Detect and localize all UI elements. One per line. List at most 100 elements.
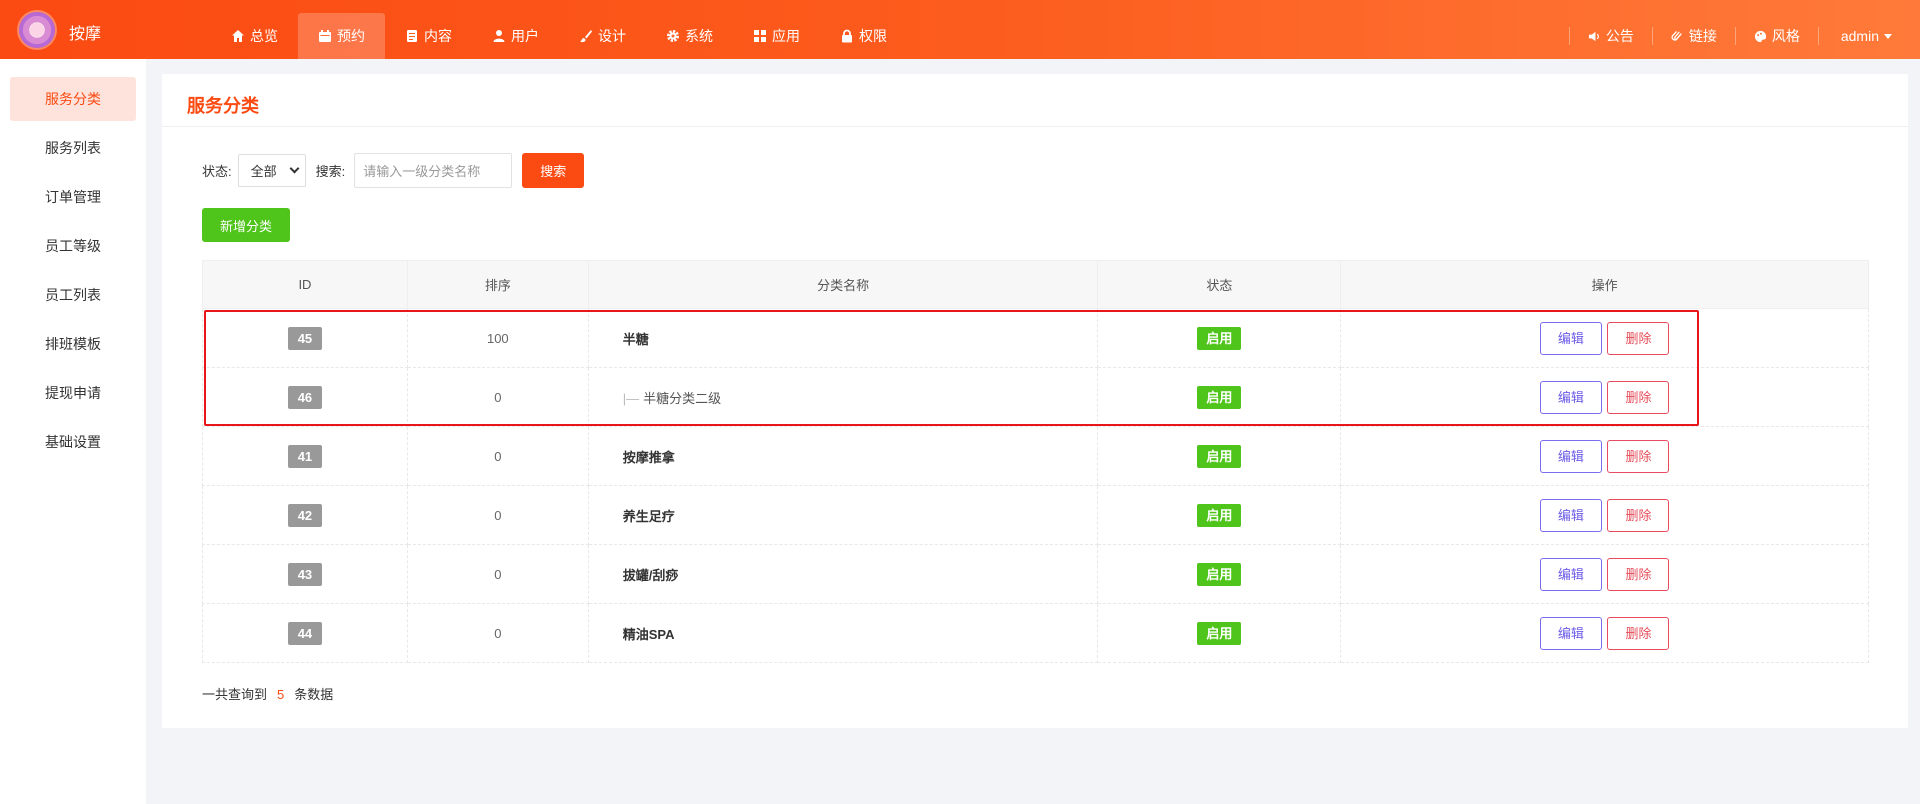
main-nav: 总览 预约 内容 用户 设计 系统 应用 权限 [211,13,907,59]
brush-icon [580,30,592,43]
edit-button[interactable]: 编辑 [1539,498,1602,532]
palette-icon [1754,30,1766,42]
sidebar-item-service-category[interactable]: 服务分类 [10,77,136,121]
sort-cell: 100 [406,308,589,368]
sort-cell: 0 [406,367,589,427]
status-badge[interactable]: 启用 [1197,621,1242,645]
search-button[interactable]: 搜索 [522,153,585,188]
delete-button[interactable]: 删除 [1607,321,1670,355]
column-header-status: 状态 [1097,260,1342,309]
delete-button[interactable]: 删除 [1607,380,1670,414]
table-row: 41 0 按摩推拿 启用 编辑 删除 [202,426,1869,486]
status-select[interactable]: 全部 [237,154,306,187]
result-count: 一共查询到 5 条数据 [202,687,334,702]
status-badge[interactable]: 启用 [1197,326,1242,350]
filter-bar: 状态: 全部 搜索: 请输入一级分类名称 搜索 [202,153,585,188]
add-category-button[interactable]: 新增分类 [202,208,290,242]
table-row: 42 0 养生足疗 启用 编辑 删除 [202,485,1869,545]
edit-button[interactable]: 编辑 [1539,321,1602,355]
table-row: 44 0 精油SPA 启用 编辑 删除 [202,603,1869,663]
name-cell: |— 半糖分类二级 [587,367,1099,427]
column-header-id: ID [202,260,408,309]
name-cell: 精油SPA [587,603,1099,663]
page-title: 服务分类 [187,96,259,116]
edit-button[interactable]: 编辑 [1539,380,1602,414]
nav-users[interactable]: 用户 [472,13,559,59]
style-link[interactable]: 风格 [1734,27,1818,45]
table-header-row: ID 排序 分类名称 状态 操作 [202,260,1869,309]
name-cell: 养生足疗 [587,485,1099,545]
delete-button[interactable]: 删除 [1607,439,1670,473]
sidebar-item-staff-list[interactable]: 员工列表 [10,273,136,317]
sort-cell: 0 [406,426,589,486]
sidebar-item-basic-settings[interactable]: 基础设置 [10,420,136,464]
table-row: 45 100 半糖 启用 编辑 删除 [202,308,1869,368]
nav-content[interactable]: 内容 [385,13,472,59]
sidebar-item-orders[interactable]: 订单管理 [10,175,136,219]
table-row: 46 0 |— 半糖分类二级 启用 编辑 删除 [202,367,1869,427]
user-icon [493,30,505,42]
status-badge[interactable]: 启用 [1197,562,1242,586]
header-right-nav: 公告 链接 风格 admin [1568,13,1920,59]
delete-button[interactable]: 删除 [1607,616,1670,650]
delete-button[interactable]: 删除 [1607,557,1670,591]
id-badge: 45 [287,326,322,350]
column-header-name: 分类名称 [587,260,1099,309]
nav-system[interactable]: 系统 [646,13,733,59]
id-badge: 41 [287,444,322,468]
table-row: 43 0 拔罐/刮痧 启用 编辑 删除 [202,544,1869,604]
speaker-icon [1588,31,1599,41]
gear-icon [667,30,679,42]
status-label: 状态: [202,164,232,179]
brand-logo[interactable] [19,12,55,48]
link-icon [1671,30,1682,41]
search-label: 搜索: [315,164,346,179]
column-header-actions: 操作 [1340,260,1869,309]
status-badge[interactable]: 启用 [1197,503,1242,527]
edit-button[interactable]: 编辑 [1539,439,1602,473]
column-header-sort: 排序 [406,260,589,309]
main-card: 服务分类 状态: 全部 搜索: 请输入一级分类名称 搜索 新增分类 ID 排序 … [162,74,1908,728]
name-cell: 按摩推拿 [587,426,1099,486]
sidebar: 服务分类 服务列表 订单管理 员工等级 员工列表 排班模板 提现申请 基础设置 [0,59,146,804]
sidebar-item-staff-levels[interactable]: 员工等级 [10,224,136,268]
grid-icon [754,30,766,42]
sort-cell: 0 [406,544,589,604]
id-badge: 44 [287,621,322,645]
status-badge[interactable]: 启用 [1197,385,1242,409]
delete-button[interactable]: 删除 [1607,498,1670,532]
status-badge[interactable]: 启用 [1197,444,1242,468]
home-icon [232,30,244,42]
top-header: 按摩 总览 预约 内容 用户 设计 系统 应用 权限 公告 链接 风格 admi… [0,0,1920,59]
sort-cell: 0 [406,485,589,545]
sidebar-item-service-list[interactable]: 服务列表 [10,126,136,170]
nav-permissions[interactable]: 权限 [820,13,907,59]
sort-cell: 0 [406,603,589,663]
result-count-number: 5 [277,687,285,702]
nav-design[interactable]: 设计 [559,13,646,59]
nav-overview[interactable]: 总览 [211,13,298,59]
brand-name[interactable]: 按摩 [69,20,101,44]
name-cell: 半糖 [587,308,1099,368]
notice-link[interactable]: 公告 [1568,27,1652,45]
name-cell: 拔罐/刮痧 [587,544,1099,604]
user-menu[interactable]: admin [1817,27,1920,45]
id-badge: 43 [287,562,322,586]
sidebar-item-withdrawals[interactable]: 提现申请 [10,371,136,415]
edit-button[interactable]: 编辑 [1539,557,1602,591]
title-divider [162,126,1908,127]
calendar-icon [319,30,331,42]
category-table: ID 排序 分类名称 状态 操作 45 100 半糖 启用 编辑 删除 46 0… [202,260,1869,663]
sidebar-item-shift-templates[interactable]: 排班模板 [10,322,136,366]
search-input[interactable]: 请输入一级分类名称 [354,153,513,188]
nav-booking[interactable]: 预约 [298,13,385,59]
edit-button[interactable]: 编辑 [1539,616,1602,650]
tree-branch-icon: |— [622,390,640,406]
links-link[interactable]: 链接 [1651,27,1735,45]
id-badge: 42 [287,503,322,527]
document-icon [407,30,417,42]
chevron-down-icon [289,163,300,174]
id-badge: 46 [287,385,322,409]
caret-down-icon [1884,33,1892,39]
nav-apps[interactable]: 应用 [733,13,820,59]
